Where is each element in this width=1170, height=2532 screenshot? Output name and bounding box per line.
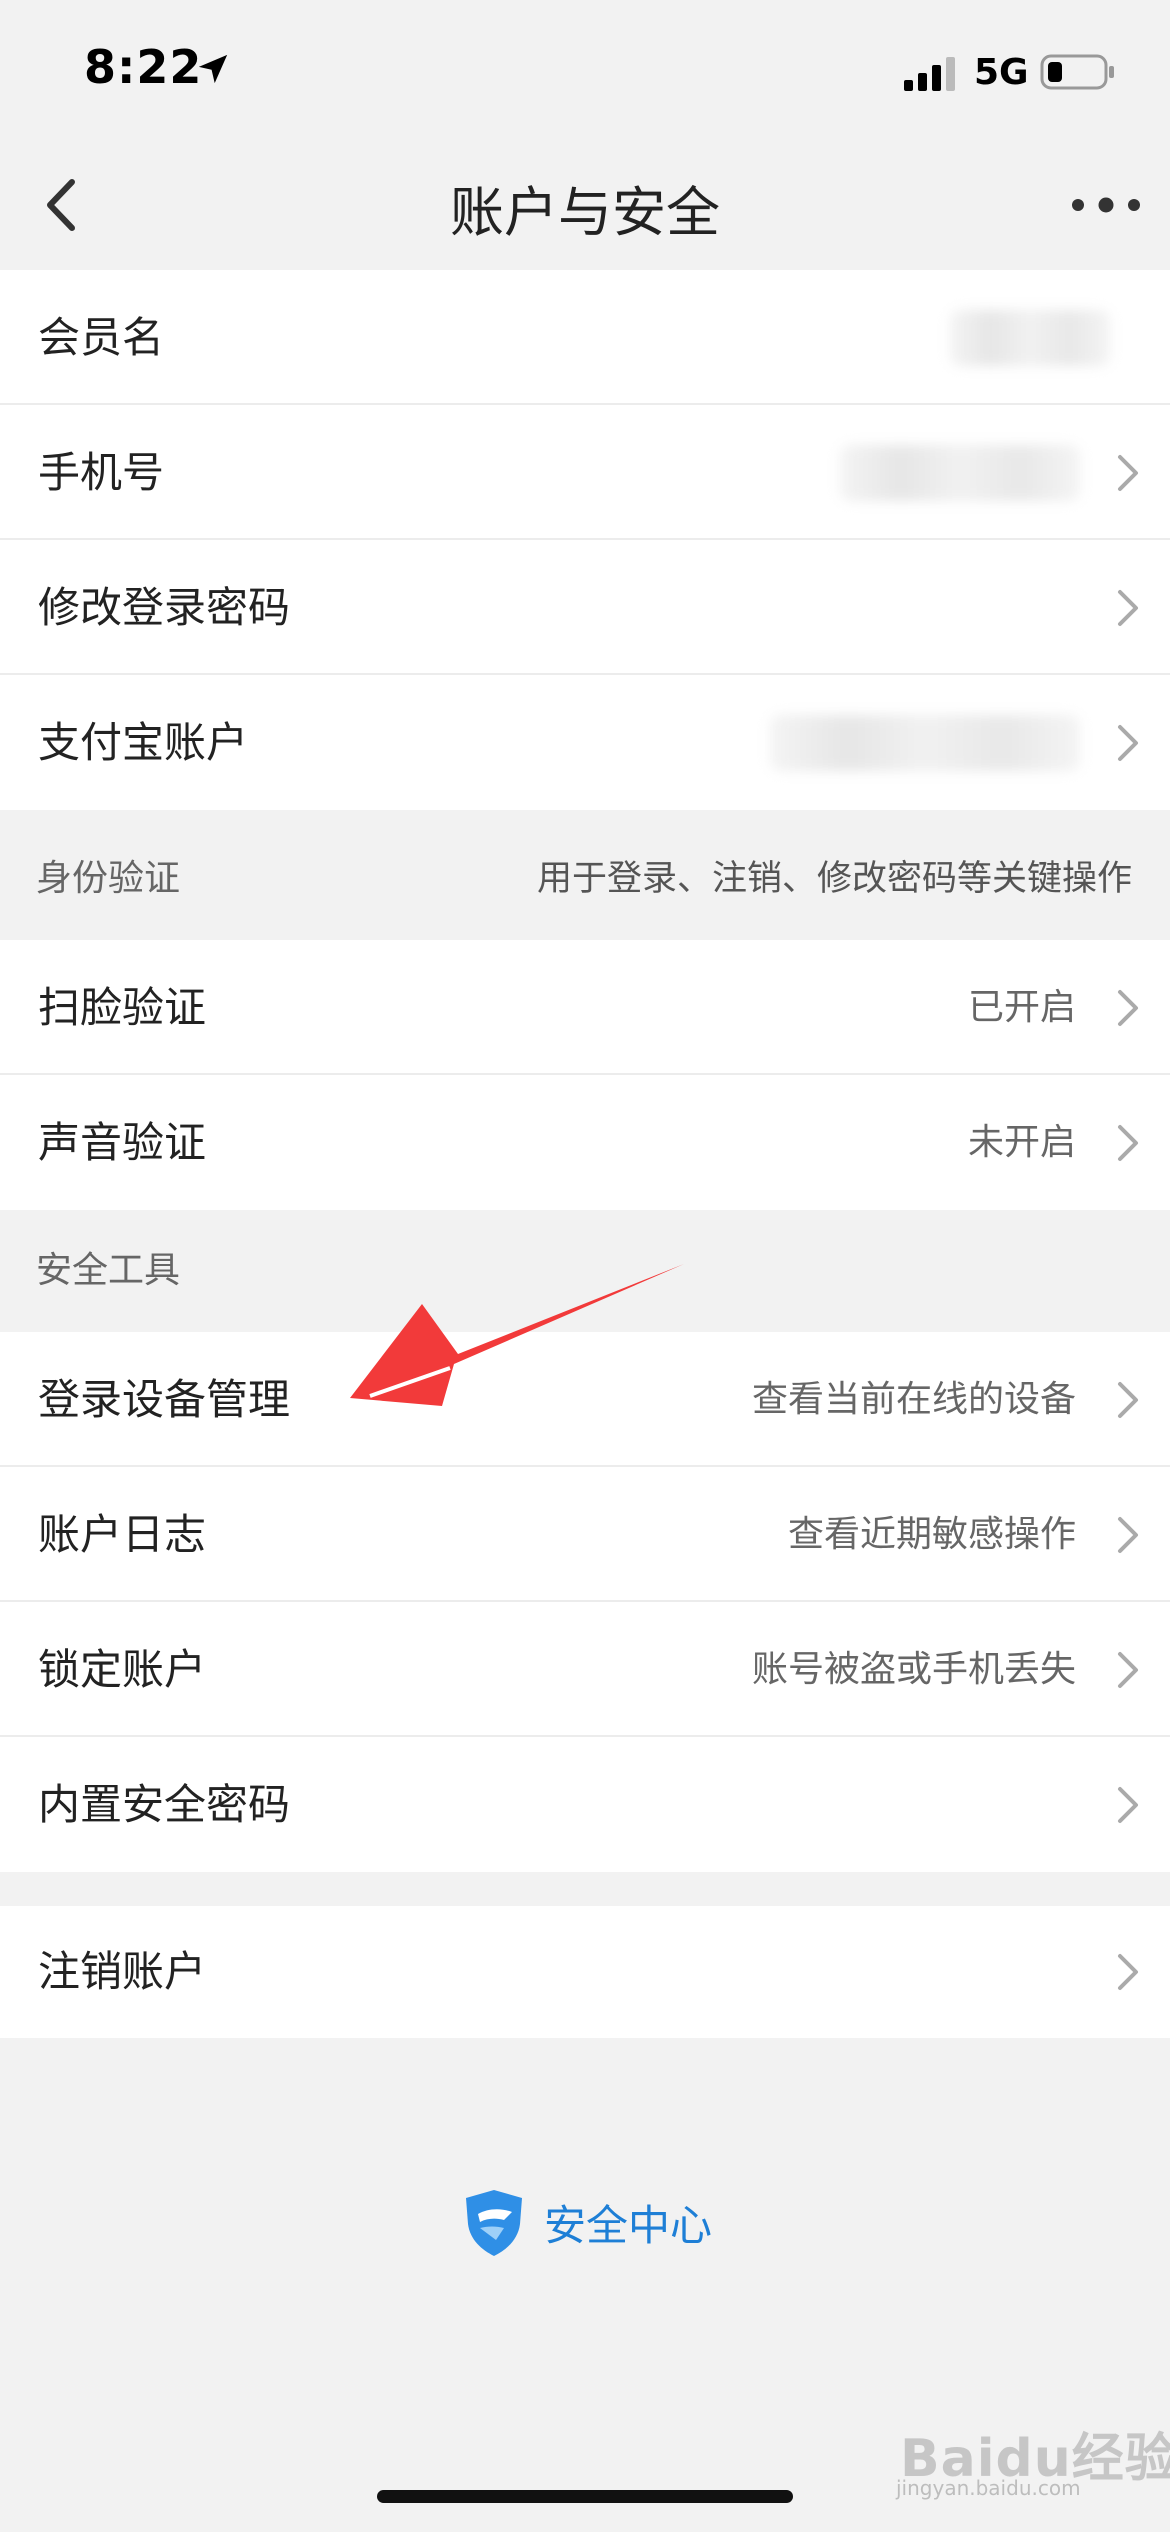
row-face-verification[interactable]: 扫脸验证 已开启 [0, 940, 1170, 1075]
annotation-arrow-icon [350, 1264, 684, 1406]
security-center-label: 安全中心 [543, 2200, 712, 2250]
row-alipay-account[interactable]: 支付宝账户 [0, 675, 1170, 810]
account-group: 会员名 手机号 修改登录密码 支付宝账户 [0, 270, 1170, 810]
row-label: 手机号 [38, 448, 165, 497]
row-label: 注销账户 [38, 1947, 207, 1996]
row-status: 未开启 [967, 1122, 1076, 1163]
blurred-value [950, 310, 1110, 366]
row-builtin-security-password[interactable]: 内置安全密码 [0, 1737, 1170, 1872]
chevron-right-icon [1118, 1787, 1138, 1823]
row-account-log[interactable]: 账户日志 查看近期敏感操作 [0, 1467, 1170, 1602]
identity-group: 扫脸验证 已开启 声音验证 未开启 [0, 940, 1170, 1210]
watermark-subtext: jingyan.baidu.com [896, 2476, 1081, 2500]
row-status: 已开启 [967, 987, 1076, 1028]
chevron-right-icon [1118, 590, 1138, 626]
row-hint: 查看近期敏感操作 [787, 1514, 1076, 1555]
signal-icon [904, 57, 955, 91]
row-lock-account[interactable]: 锁定账户 账号被盗或手机丢失 [0, 1602, 1170, 1737]
page-title: 账户与安全 [450, 181, 720, 244]
chevron-right-icon [1118, 455, 1138, 491]
row-label: 修改登录密码 [38, 583, 291, 632]
row-member-name[interactable]: 会员名 [0, 270, 1170, 405]
more-dots-icon[interactable] [1066, 180, 1146, 230]
row-label: 账户日志 [38, 1510, 207, 1559]
row-label: 会员名 [38, 313, 165, 362]
row-change-password[interactable]: 修改登录密码 [0, 540, 1170, 675]
row-phone-number[interactable]: 手机号 [0, 405, 1170, 540]
row-hint: 查看当前在线的设备 [751, 1379, 1076, 1420]
home-indicator[interactable] [377, 2490, 793, 2503]
blurred-value [770, 715, 1080, 771]
baidu-watermark: Baidu经验 jingyan.baidu.com [896, 2416, 1170, 2500]
blurred-value [840, 445, 1080, 501]
chevron-right-icon [1118, 725, 1138, 761]
status-time: 8:22 [84, 40, 203, 94]
section-title: 身份验证 [36, 858, 181, 899]
network-label: 5G [974, 52, 1029, 93]
chevron-right-icon [1118, 1125, 1138, 1161]
battery-icon [1040, 54, 1114, 90]
nav-bar: 账户与安全 [0, 140, 1170, 270]
chevron-right-icon [1118, 1382, 1138, 1418]
row-close-account[interactable]: 注销账户 [0, 1906, 1170, 2038]
row-label: 锁定账户 [38, 1645, 207, 1694]
section-title: 安全工具 [36, 1250, 181, 1291]
close-account-group: 注销账户 [0, 1906, 1170, 2038]
row-label: 扫脸验证 [38, 983, 207, 1032]
row-voice-verification[interactable]: 声音验证 未开启 [0, 1075, 1170, 1210]
row-label: 内置安全密码 [38, 1780, 291, 1829]
row-label: 支付宝账户 [38, 718, 249, 767]
security-center-link[interactable]: 安全中心 [0, 2186, 1170, 2266]
section-header-identity: 身份验证 用于登录、注销、修改密码等关键操作 [0, 818, 1170, 940]
row-label: 声音验证 [38, 1118, 207, 1167]
chevron-right-icon [1118, 1652, 1138, 1688]
status-bar: 8:22 5G [0, 0, 1170, 140]
chevron-right-icon [1118, 1954, 1138, 1990]
chevron-right-icon [1118, 990, 1138, 1026]
row-hint: 账号被盗或手机丢失 [751, 1649, 1076, 1690]
location-arrow-icon [198, 54, 228, 84]
row-label: 登录设备管理 [38, 1375, 291, 1424]
section-note: 用于登录、注销、修改密码等关键操作 [536, 859, 1132, 899]
chevron-right-icon [1118, 1517, 1138, 1553]
shield-icon [465, 2190, 522, 2256]
